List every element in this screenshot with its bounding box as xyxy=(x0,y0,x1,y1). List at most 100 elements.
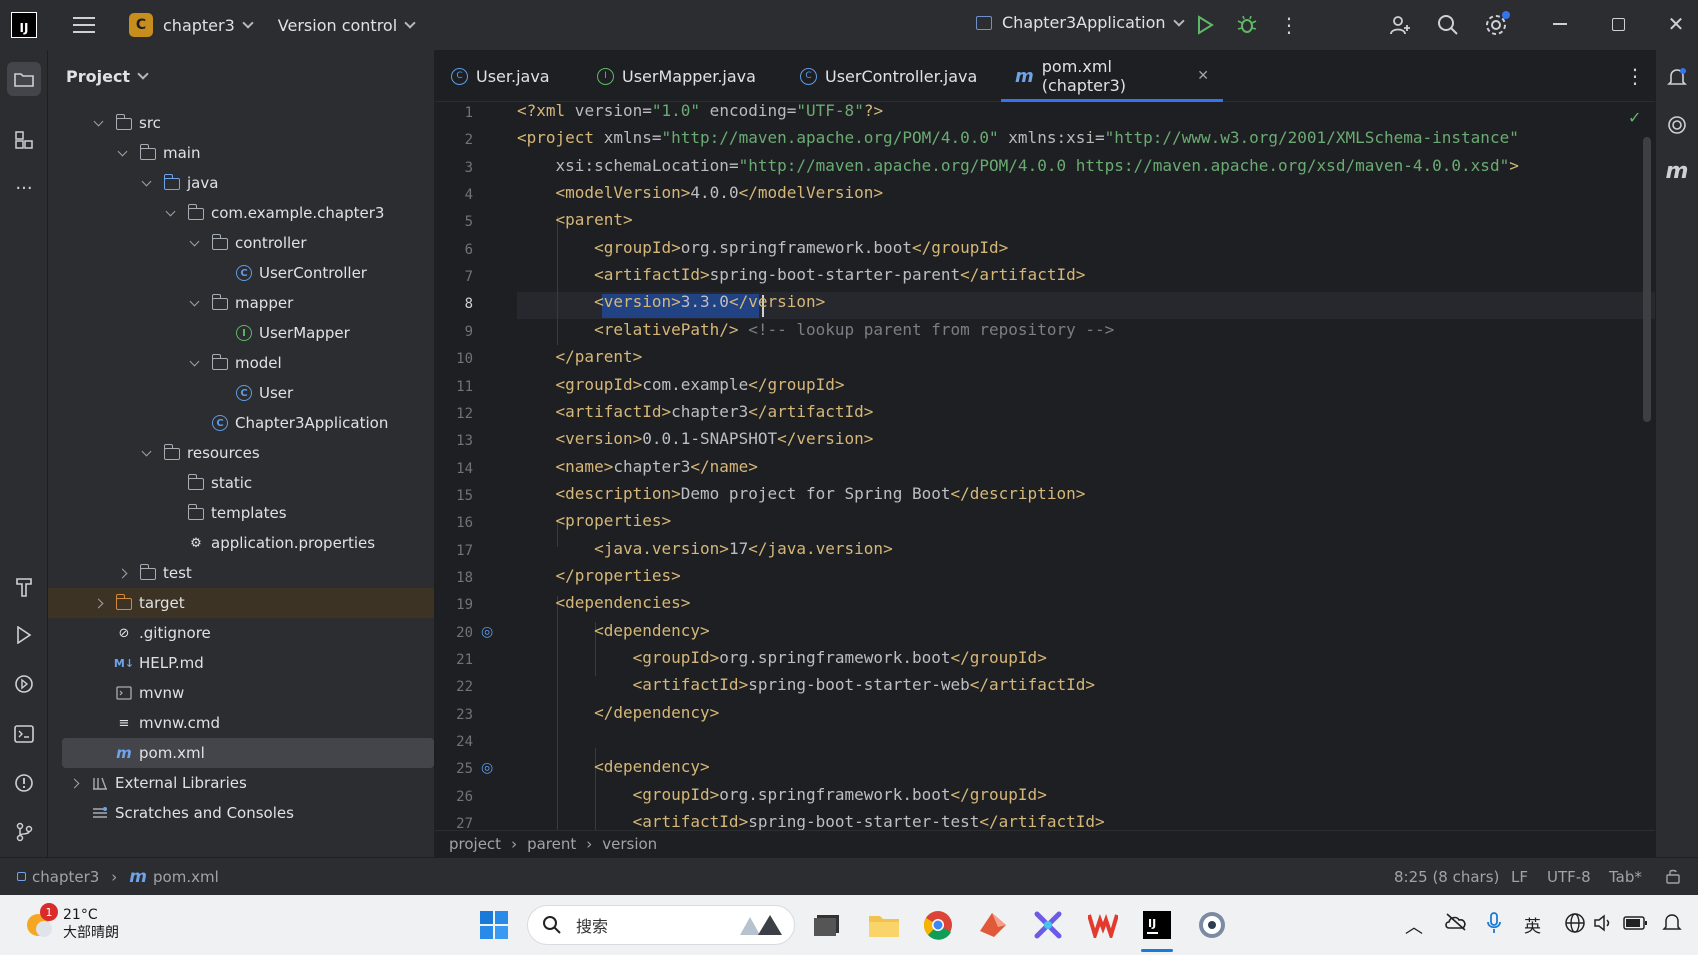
tab-options-icon[interactable]: ⋮ xyxy=(1625,50,1645,102)
restore-icon[interactable] xyxy=(1604,10,1632,38)
file-explorer-icon[interactable] xyxy=(866,907,902,943)
code-line[interactable]: </properties> xyxy=(517,562,681,589)
microphone-icon[interactable] xyxy=(1486,911,1502,939)
code-line[interactable]: xsi:schemaLocation="http://maven.apache.… xyxy=(517,152,1519,179)
run-icon[interactable] xyxy=(1191,11,1219,39)
network-globe-icon[interactable] xyxy=(1564,912,1586,938)
tree-item-chapter3application[interactable]: C Chapter3Application xyxy=(48,408,434,438)
tree-item-controller[interactable]: controller xyxy=(48,228,434,258)
code-line[interactable]: <groupId>com.example</groupId> xyxy=(517,371,845,398)
line-separator[interactable]: LF xyxy=(1511,868,1528,886)
editor-scrollbar[interactable] xyxy=(1643,137,1651,422)
code-line[interactable]: <parent> xyxy=(517,206,633,233)
main-menu-button[interactable] xyxy=(73,17,95,33)
tree-item-test[interactable]: test xyxy=(48,558,434,588)
code-line[interactable]: </dependency> xyxy=(517,699,719,726)
tree-item-templates[interactable]: templates xyxy=(48,498,434,528)
status-project[interactable]: chapter3 xyxy=(32,868,99,886)
close-tab-icon[interactable]: ✕ xyxy=(1197,68,1209,84)
services-icon[interactable] xyxy=(10,670,38,698)
add-user-icon[interactable] xyxy=(1386,11,1414,39)
tree-item-pom-xml[interactable]: m pom.xml xyxy=(62,738,434,768)
minimize-icon[interactable] xyxy=(1546,10,1574,38)
debug-icon[interactable] xyxy=(1233,11,1261,39)
tab-usermapper-java[interactable]: I UserMapper.java xyxy=(597,50,756,102)
file-encoding[interactable]: UTF-8 xyxy=(1547,868,1591,886)
code-line[interactable]: <groupId>org.springframework.boot</group… xyxy=(517,644,1047,671)
volume-icon[interactable] xyxy=(1593,912,1615,938)
tree-item-mvnw[interactable]: mvnw xyxy=(48,678,434,708)
settings-gear-icon[interactable] xyxy=(1482,11,1510,39)
build-hammer-icon[interactable] xyxy=(10,573,38,601)
tree-item-package[interactable]: com.example.chapter3 xyxy=(48,198,434,228)
code-line[interactable]: <modelVersion>4.0.0</modelVersion> xyxy=(517,179,884,206)
indent-setting[interactable]: Tab* xyxy=(1609,868,1642,886)
cursor-position[interactable]: 8:25 (8 chars) xyxy=(1394,868,1499,886)
code-line[interactable]: <dependencies> xyxy=(517,589,691,616)
code-line[interactable]: <artifactId>chapter3</artifactId> xyxy=(517,398,874,425)
dependency-gutter-icon[interactable]: ◎ xyxy=(481,624,493,640)
code-line[interactable]: <groupId>org.springframework.boot</group… xyxy=(517,234,1008,261)
read-only-toggle-icon[interactable] xyxy=(1665,868,1681,888)
structure-icon[interactable] xyxy=(10,126,38,154)
tree-item-user[interactable]: C User xyxy=(48,378,434,408)
tree-item-mapper[interactable]: mapper xyxy=(48,288,434,318)
code-line[interactable]: <dependency> xyxy=(517,753,710,780)
onedrive-icon[interactable] xyxy=(1444,912,1468,936)
notifications-bell-icon[interactable] xyxy=(1663,64,1691,92)
code-line[interactable]: <groupId>org.springframework.boot</group… xyxy=(517,781,1047,808)
tree-item-help-md[interactable]: M↓ HELP.md xyxy=(48,648,434,678)
tree-item-resources[interactable]: resources xyxy=(48,438,434,468)
chevron-up-icon[interactable]: ︿ xyxy=(1405,913,1423,939)
no-problems-check-icon[interactable]: ✓ xyxy=(1628,108,1641,127)
code-line[interactable]: <name>chapter3</name> xyxy=(517,453,758,480)
windows-start-icon[interactable] xyxy=(476,907,512,943)
tab-user-java[interactable]: C User.java xyxy=(451,50,550,102)
tree-item-target[interactable]: target xyxy=(48,588,434,618)
status-file[interactable]: pom.xml xyxy=(153,868,219,886)
project-folder-icon[interactable] xyxy=(7,62,41,96)
code-line[interactable]: </parent> xyxy=(517,343,643,370)
notification-center-icon[interactable] xyxy=(1662,912,1682,938)
app-icon[interactable] xyxy=(975,907,1011,943)
ai-assistant-icon[interactable] xyxy=(1663,111,1691,139)
taskbar-search[interactable]: 搜索 xyxy=(527,905,795,945)
tree-item-usercontroller[interactable]: C UserController xyxy=(48,258,434,288)
chrome-icon[interactable] xyxy=(920,907,956,943)
code-line[interactable]: <version>0.0.1-SNAPSHOT</version> xyxy=(517,425,874,452)
tree-item-static[interactable]: static xyxy=(48,468,434,498)
intellij-taskbar-icon[interactable]: IJ xyxy=(1139,907,1175,943)
code-line[interactable]: <artifactId>spring-boot-starter-test</ar… xyxy=(517,808,1105,830)
tab-usercontroller-java[interactable]: C UserController.java xyxy=(800,50,977,102)
wps-office-icon[interactable] xyxy=(1085,907,1121,943)
code-line[interactable]: <version>3.3.0</version> xyxy=(517,288,825,315)
tree-item-external-libraries[interactable]: External Libraries xyxy=(48,768,434,798)
run-config-selector[interactable]: Chapter3Application xyxy=(976,13,1185,32)
code-line[interactable]: <properties> xyxy=(517,507,672,534)
app-icon[interactable] xyxy=(1030,907,1066,943)
run-tool-icon[interactable] xyxy=(10,621,38,649)
breadcrumb-project[interactable]: project xyxy=(449,835,501,853)
code-line[interactable]: <description>Demo project for Spring Boo… xyxy=(517,480,1086,507)
tree-item-scratches[interactable]: Scratches and Consoles xyxy=(48,798,434,828)
battery-icon[interactable] xyxy=(1623,913,1649,937)
vcs-menu[interactable]: Version control xyxy=(278,16,416,35)
tree-item-usermapper[interactable]: I UserMapper xyxy=(48,318,434,348)
code-line[interactable]: <?xml version="1.0" encoding="UTF-8"?> xyxy=(517,102,883,124)
tree-item-mvnw-cmd[interactable]: ≡ mvnw.cmd xyxy=(48,708,434,738)
tree-item-src[interactable]: src xyxy=(48,108,434,138)
breadcrumb-version[interactable]: version xyxy=(602,835,657,853)
close-icon[interactable]: ✕ xyxy=(1662,10,1690,38)
project-panel-header[interactable]: Project xyxy=(48,50,434,102)
tree-item-model[interactable]: model xyxy=(48,348,434,378)
code-line[interactable]: <artifactId>spring-boot-starter-web</art… xyxy=(517,671,1095,698)
code-editor[interactable]: <?xml version="1.0" encoding="UTF-8"?> <p… xyxy=(517,102,1655,830)
breadcrumb-parent[interactable]: parent xyxy=(527,835,576,853)
code-line[interactable]: <dependency> xyxy=(517,617,710,644)
dependency-gutter-icon[interactable]: ◎ xyxy=(481,760,493,776)
tree-item-java[interactable]: java xyxy=(48,168,434,198)
tab-pom-xml[interactable]: m pom.xml (chapter3) ✕ xyxy=(1001,50,1223,102)
tree-item-gitignore[interactable]: ⊘ .gitignore xyxy=(48,618,434,648)
git-branch-icon[interactable] xyxy=(10,818,38,846)
search-icon[interactable] xyxy=(1434,11,1462,39)
